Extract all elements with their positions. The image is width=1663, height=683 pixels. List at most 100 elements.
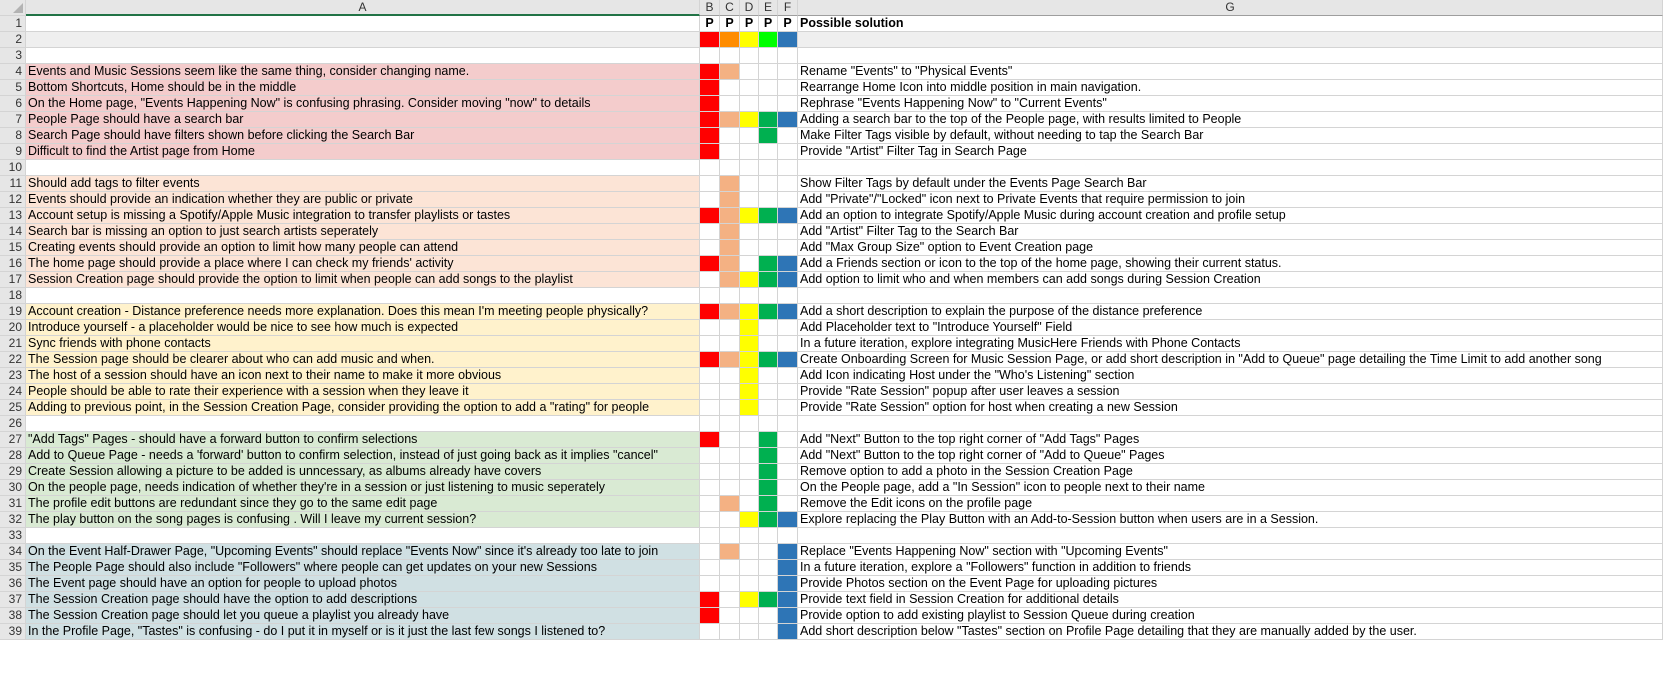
cell-solution[interactable]: Provide "Rate Session" popup after user …: [798, 384, 1663, 400]
cell-feedback[interactable]: The Event page should have an option for…: [26, 576, 700, 592]
row-header[interactable]: 4: [0, 64, 26, 80]
row-header[interactable]: 9: [0, 144, 26, 160]
cell-participant-d[interactable]: [740, 400, 759, 416]
cell-participant-b[interactable]: [700, 272, 720, 288]
cell-participant-f[interactable]: [778, 368, 798, 384]
cell-participant-b[interactable]: [700, 608, 720, 624]
cell-participant-e[interactable]: [759, 128, 778, 144]
cell-participant-f[interactable]: [778, 464, 798, 480]
cell-participant-c[interactable]: [720, 528, 740, 544]
cell-solution[interactable]: Add a short description to explain the p…: [798, 304, 1663, 320]
cell-participant-e[interactable]: [759, 256, 778, 272]
cell-participant-c[interactable]: [720, 80, 740, 96]
cell-participant-f[interactable]: [778, 256, 798, 272]
cell-participant-b[interactable]: [700, 352, 720, 368]
cell-participant-b[interactable]: P: [700, 16, 720, 32]
cell-participant-d[interactable]: [740, 368, 759, 384]
cell-participant-e[interactable]: [759, 224, 778, 240]
cell-participant-d[interactable]: [740, 96, 759, 112]
cell-participant-d[interactable]: [740, 464, 759, 480]
cell-participant-d[interactable]: [740, 144, 759, 160]
cell-solution[interactable]: [798, 160, 1663, 176]
cell-participant-c[interactable]: [720, 544, 740, 560]
row-header[interactable]: 5: [0, 80, 26, 96]
cell-solution[interactable]: Add option to limit who and when members…: [798, 272, 1663, 288]
cell-solution[interactable]: Add "Next" Button to the top right corne…: [798, 448, 1663, 464]
cell-participant-d[interactable]: [740, 544, 759, 560]
cell-participant-f[interactable]: [778, 416, 798, 432]
cell-participant-c[interactable]: [720, 352, 740, 368]
cell-participant-e[interactable]: [759, 144, 778, 160]
cell-participant-e[interactable]: [759, 208, 778, 224]
cell-participant-b[interactable]: [700, 336, 720, 352]
cell-participant-e[interactable]: [759, 400, 778, 416]
cell-participant-f[interactable]: [778, 400, 798, 416]
cell-participant-b[interactable]: [700, 384, 720, 400]
cell-participant-b[interactable]: [700, 80, 720, 96]
cell-feedback[interactable]: Sync friends with phone contacts: [26, 336, 700, 352]
cell-participant-e[interactable]: [759, 48, 778, 64]
cell-participant-d[interactable]: [740, 448, 759, 464]
cell-participant-f[interactable]: [778, 192, 798, 208]
cell-participant-b[interactable]: [700, 64, 720, 80]
cell-participant-e[interactable]: [759, 112, 778, 128]
cell-solution[interactable]: Add Placeholder text to "Introduce Yours…: [798, 320, 1663, 336]
cell-participant-f[interactable]: [778, 128, 798, 144]
cell-participant-f[interactable]: [778, 80, 798, 96]
cell-participant-c[interactable]: [720, 400, 740, 416]
row-header[interactable]: 25: [0, 400, 26, 416]
cell-participant-b[interactable]: [700, 576, 720, 592]
cell-feedback[interactable]: The profile edit buttons are redundant s…: [26, 496, 700, 512]
cell-participant-c[interactable]: [720, 384, 740, 400]
cell-feedback[interactable]: The host of a session should have an ico…: [26, 368, 700, 384]
cell-participant-e[interactable]: [759, 432, 778, 448]
cell-feedback[interactable]: [26, 16, 700, 32]
cell-participant-b[interactable]: [700, 560, 720, 576]
row-header[interactable]: 26: [0, 416, 26, 432]
cell-participant-c[interactable]: [720, 512, 740, 528]
cell-participant-f[interactable]: [778, 496, 798, 512]
cell-solution[interactable]: [798, 416, 1663, 432]
column-header-g[interactable]: G: [798, 0, 1663, 16]
cell-participant-f[interactable]: [778, 432, 798, 448]
cell-participant-f[interactable]: [778, 320, 798, 336]
cell-participant-f[interactable]: [778, 144, 798, 160]
cell-participant-e[interactable]: [759, 336, 778, 352]
cell-participant-e[interactable]: [759, 480, 778, 496]
cell-participant-f[interactable]: [778, 240, 798, 256]
cell-participant-d[interactable]: [740, 608, 759, 624]
cell-solution[interactable]: Provide text field in Session Creation f…: [798, 592, 1663, 608]
cell-participant-d[interactable]: [740, 416, 759, 432]
cell-participant-b[interactable]: [700, 624, 720, 640]
cell-participant-b[interactable]: [700, 448, 720, 464]
cell-participant-f[interactable]: [778, 592, 798, 608]
cell-participant-f[interactable]: [778, 96, 798, 112]
row-header[interactable]: 2: [0, 32, 26, 48]
cell-feedback[interactable]: The play button on the song pages is con…: [26, 512, 700, 528]
cell-participant-b[interactable]: [700, 528, 720, 544]
cell-solution[interactable]: In a future iteration, explore a "Follow…: [798, 560, 1663, 576]
cell-solution[interactable]: Rename "Events" to "Physical Events": [798, 64, 1663, 80]
cell-participant-f[interactable]: [778, 512, 798, 528]
cell-participant-c[interactable]: [720, 192, 740, 208]
cell-participant-e[interactable]: [759, 592, 778, 608]
cell-participant-c[interactable]: [720, 304, 740, 320]
cell-solution[interactable]: In a future iteration, explore integrati…: [798, 336, 1663, 352]
cell-participant-c[interactable]: P: [720, 16, 740, 32]
cell-participant-b[interactable]: [700, 96, 720, 112]
row-header[interactable]: 24: [0, 384, 26, 400]
cell-solution[interactable]: On the People page, add a "In Session" i…: [798, 480, 1663, 496]
cell-participant-c[interactable]: [720, 144, 740, 160]
cell-solution[interactable]: Add short description below "Tastes" sec…: [798, 624, 1663, 640]
cell-participant-e[interactable]: [759, 96, 778, 112]
row-header[interactable]: 20: [0, 320, 26, 336]
cell-solution[interactable]: Add "Artist" Filter Tag to the Search Ba…: [798, 224, 1663, 240]
cell-solution[interactable]: Replace "Events Happening Now" section w…: [798, 544, 1663, 560]
row-header[interactable]: 18: [0, 288, 26, 304]
cell-participant-b[interactable]: [700, 496, 720, 512]
cell-solution[interactable]: Provide "Rate Session" option for host w…: [798, 400, 1663, 416]
row-header[interactable]: 39: [0, 624, 26, 640]
row-header[interactable]: 30: [0, 480, 26, 496]
select-all-corner[interactable]: [0, 0, 26, 16]
row-header[interactable]: 15: [0, 240, 26, 256]
